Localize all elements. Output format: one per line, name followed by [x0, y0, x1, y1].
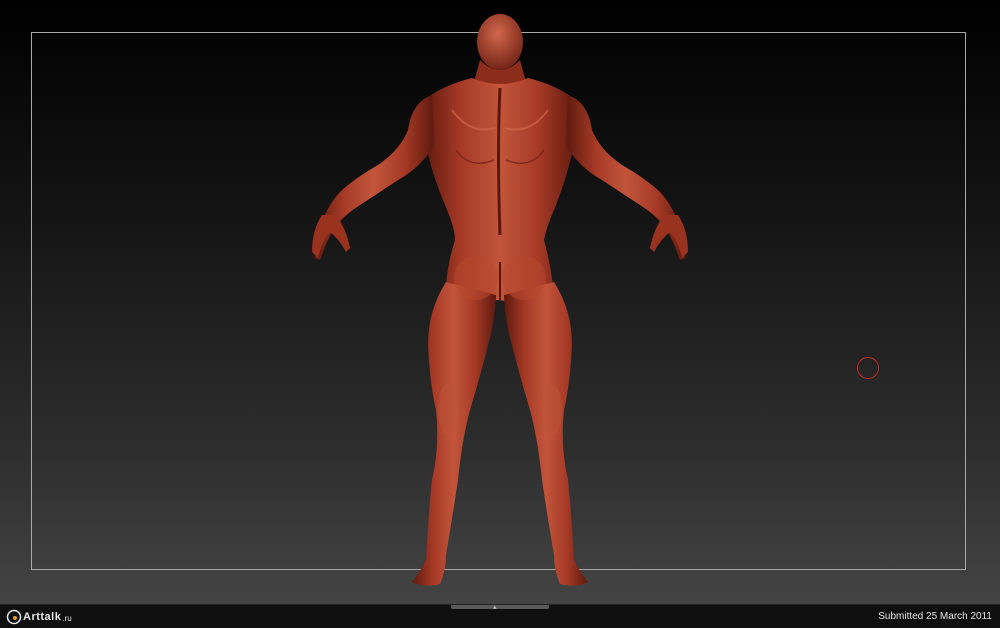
panel-handle-arrow-icon: ▴ [493, 604, 497, 611]
model-right-arm [566, 95, 686, 260]
arttalk-logo-icon [6, 609, 22, 625]
model-right-hand [650, 215, 688, 258]
model-left-arm [314, 95, 434, 260]
canvas-viewport[interactable] [0, 0, 1000, 604]
model-left-hand [312, 215, 350, 258]
model-left-leg [412, 282, 496, 586]
model-head [477, 14, 523, 70]
footer-bar: Arttalk .ru ▴ Submitted 25 March 2011 [0, 604, 1000, 628]
logo-text: Arttalk [23, 611, 62, 623]
submitted-date: Submitted 25 March 2011 [878, 611, 992, 622]
logo-tld: .ru [62, 614, 72, 623]
panel-handle[interactable] [451, 605, 549, 609]
sculpt-model[interactable] [0, 0, 1000, 604]
arttalk-logo[interactable]: Arttalk .ru [6, 608, 72, 626]
model-right-leg [504, 282, 588, 586]
brush-cursor-icon [857, 357, 879, 379]
model-spine [497, 87, 502, 236]
